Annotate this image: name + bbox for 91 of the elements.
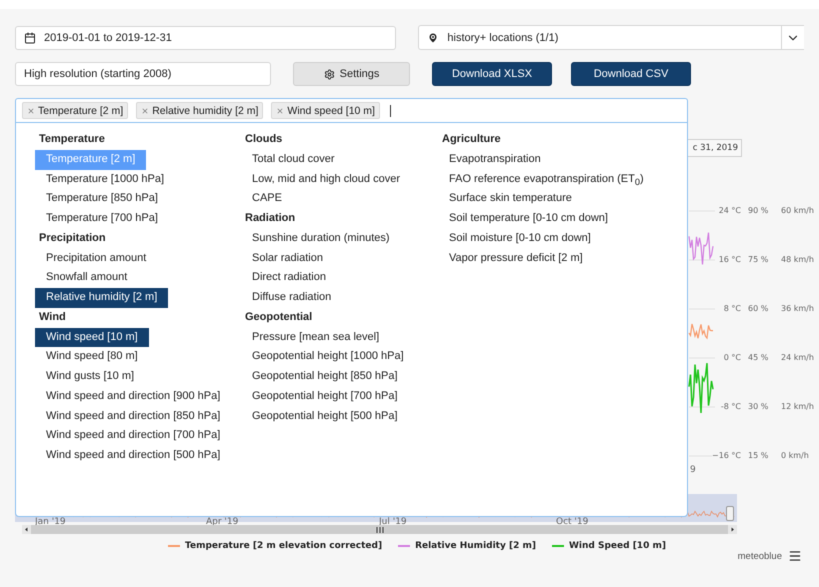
selected-tag[interactable]: Wind speed [10 m]	[271, 102, 380, 119]
axis-label: 0 °C	[724, 352, 741, 363]
download-button[interactable]: Download XLSX	[432, 62, 552, 86]
scrollbar[interactable]	[22, 525, 737, 534]
group-heading: Temperature	[38, 132, 106, 147]
dropdown-option[interactable]: Diffuse radiation	[241, 288, 342, 308]
text-cursor	[390, 104, 391, 116]
dropdown-option[interactable]: Wind gusts [10 m]	[35, 367, 146, 387]
axis-label: 75 %	[748, 254, 768, 265]
navigator-label: Jul '19	[379, 517, 407, 527]
map-pin-icon	[427, 32, 440, 44]
remove-icon[interactable]	[27, 106, 35, 114]
dropdown-option[interactable]: CAPE	[241, 189, 293, 209]
humidity-line	[688, 232, 714, 266]
axis-label: −16 °C	[712, 450, 741, 461]
dropdown-option[interactable]: Wind speed [10 m]	[35, 328, 149, 348]
date-range-field[interactable]: 2019-01-01 to 2019-12-31	[15, 26, 396, 50]
group-heading: Precipitation	[38, 230, 107, 246]
dropdown-option[interactable]: Relative humidity [2 m]	[35, 288, 168, 308]
dropdown-option[interactable]: Soil moisture [0-10 cm down]	[438, 228, 602, 248]
dropdown-option[interactable]: Temperature [1000 hPa]	[35, 170, 176, 190]
dropdown-option[interactable]: Low, mid and high cloud cover	[241, 170, 411, 190]
axis-label: 15 %	[748, 450, 768, 461]
axis-label: 16 °C	[718, 254, 741, 265]
group-heading: Clouds	[244, 132, 284, 147]
dropdown-option[interactable]: Temperature [850 hPa]	[35, 189, 169, 209]
dropdown-option[interactable]: Sunshine duration (minutes)	[241, 228, 401, 248]
dropdown-option[interactable]: Geopotential height [850 hPa]	[241, 367, 409, 387]
group-heading: Geopotential	[244, 310, 314, 325]
navigator-label: Oct '19	[556, 517, 588, 527]
axis-label: 8 °C	[724, 303, 741, 314]
dropdown-option[interactable]: Vapor pressure deficit [2 m]	[438, 248, 594, 268]
scroll-right-icon[interactable]	[728, 525, 737, 534]
dropdown-option[interactable]: Total cloud cover	[241, 150, 346, 170]
legend-item[interactable]: Relative Humidity [2 m]	[398, 541, 536, 551]
dropdown-option[interactable]: Precipitation amount	[35, 248, 158, 268]
axis-label: 0 km/h	[781, 450, 809, 461]
navigator-label: Jan '19	[35, 517, 66, 527]
dropdown-option[interactable]: Solar radiation	[241, 248, 334, 268]
dropdown-option[interactable]: Evapotranspiration	[438, 150, 552, 170]
axis-label: 30 %	[748, 401, 768, 412]
axis-label: 9	[690, 465, 696, 475]
axis-label: 60 km/h	[781, 205, 814, 216]
axis-label: 12 km/h	[781, 401, 814, 412]
axis-label: 24 km/h	[781, 352, 814, 363]
location-select[interactable]: history+ locations (1/1)	[418, 25, 804, 50]
credit-text: meteoblue	[738, 550, 782, 562]
dropdown-option[interactable]: Wind speed [80 m]	[35, 347, 149, 367]
navigator-handle[interactable]	[726, 506, 734, 521]
settings-icon	[324, 68, 335, 80]
axis-label: 60 %	[748, 303, 768, 314]
dropdown-option[interactable]: Surface skin temperature	[438, 189, 583, 209]
scroll-grip-icon[interactable]	[376, 526, 384, 532]
dropdown-option[interactable]: FAO reference evapotranspiration (ET$_{0}$)	[438, 170, 655, 190]
settings-button[interactable]: Settings	[293, 62, 410, 86]
dropdown-option[interactable]: Geopotential height [1000 hPa]	[241, 347, 415, 367]
group-heading: Radiation	[244, 211, 296, 226]
dropdown-option[interactable]: Direct radiation	[241, 268, 337, 288]
selected-tag[interactable]: Temperature [2 m]	[22, 102, 128, 119]
axis-label: 48 km/h	[781, 254, 814, 265]
group-heading: Wind	[38, 310, 67, 325]
legend-item[interactable]: Temperature [2 m elevation corrected]	[168, 541, 382, 551]
remove-icon[interactable]	[276, 106, 284, 114]
navigator-label: Apr '19	[206, 517, 238, 527]
dropdown-option[interactable]: Geopotential height [700 hPa]	[241, 386, 409, 406]
dropdown-option[interactable]: Pressure [mean sea level]	[241, 328, 390, 348]
dropdown-option[interactable]: Snowfall amount	[35, 268, 138, 288]
calendar-icon	[24, 32, 36, 44]
dropdown-option[interactable]: Temperature [700 hPa]	[35, 209, 169, 229]
dropdown-option[interactable]: Wind speed and direction [900 hPa]	[35, 386, 232, 406]
axis-label: 24 °C	[718, 205, 741, 216]
axis-label: 36 km/h	[781, 303, 814, 314]
axis-label: -8 °C	[720, 401, 741, 412]
resolution-field[interactable]: High resolution (starting 2008)	[15, 62, 271, 86]
wind-speed-line	[688, 362, 714, 414]
remove-icon[interactable]	[141, 106, 150, 114]
menu-icon[interactable]	[788, 549, 802, 563]
axis-label: 45 %	[748, 352, 768, 363]
axis-label: 90 %	[748, 205, 768, 216]
dropdown-option[interactable]: Soil temperature [0-10 cm down]	[438, 209, 619, 229]
dropdown-option[interactable]: Wind speed and direction [700 hPa]	[35, 426, 232, 446]
scroll-left-icon[interactable]	[22, 525, 31, 534]
legend-item[interactable]: Wind Speed [10 m]	[552, 541, 666, 551]
group-heading: Agriculture	[441, 132, 502, 147]
download-button[interactable]: Download CSV	[571, 62, 691, 86]
dropdown-option[interactable]: Wind speed and direction [850 hPa]	[35, 406, 232, 426]
tag-input[interactable]: Temperature [2 m] Relative humidity [2 m] Wind speed [10 m]	[15, 98, 688, 122]
temperature-line	[688, 323, 713, 340]
dropdown-option[interactable]: Wind speed and direction [500 hPa]	[35, 446, 232, 466]
selected-tag[interactable]: Relative humidity [2 m]	[136, 102, 264, 119]
dropdown-option[interactable]: Geopotential height [500 hPa]	[241, 406, 409, 426]
